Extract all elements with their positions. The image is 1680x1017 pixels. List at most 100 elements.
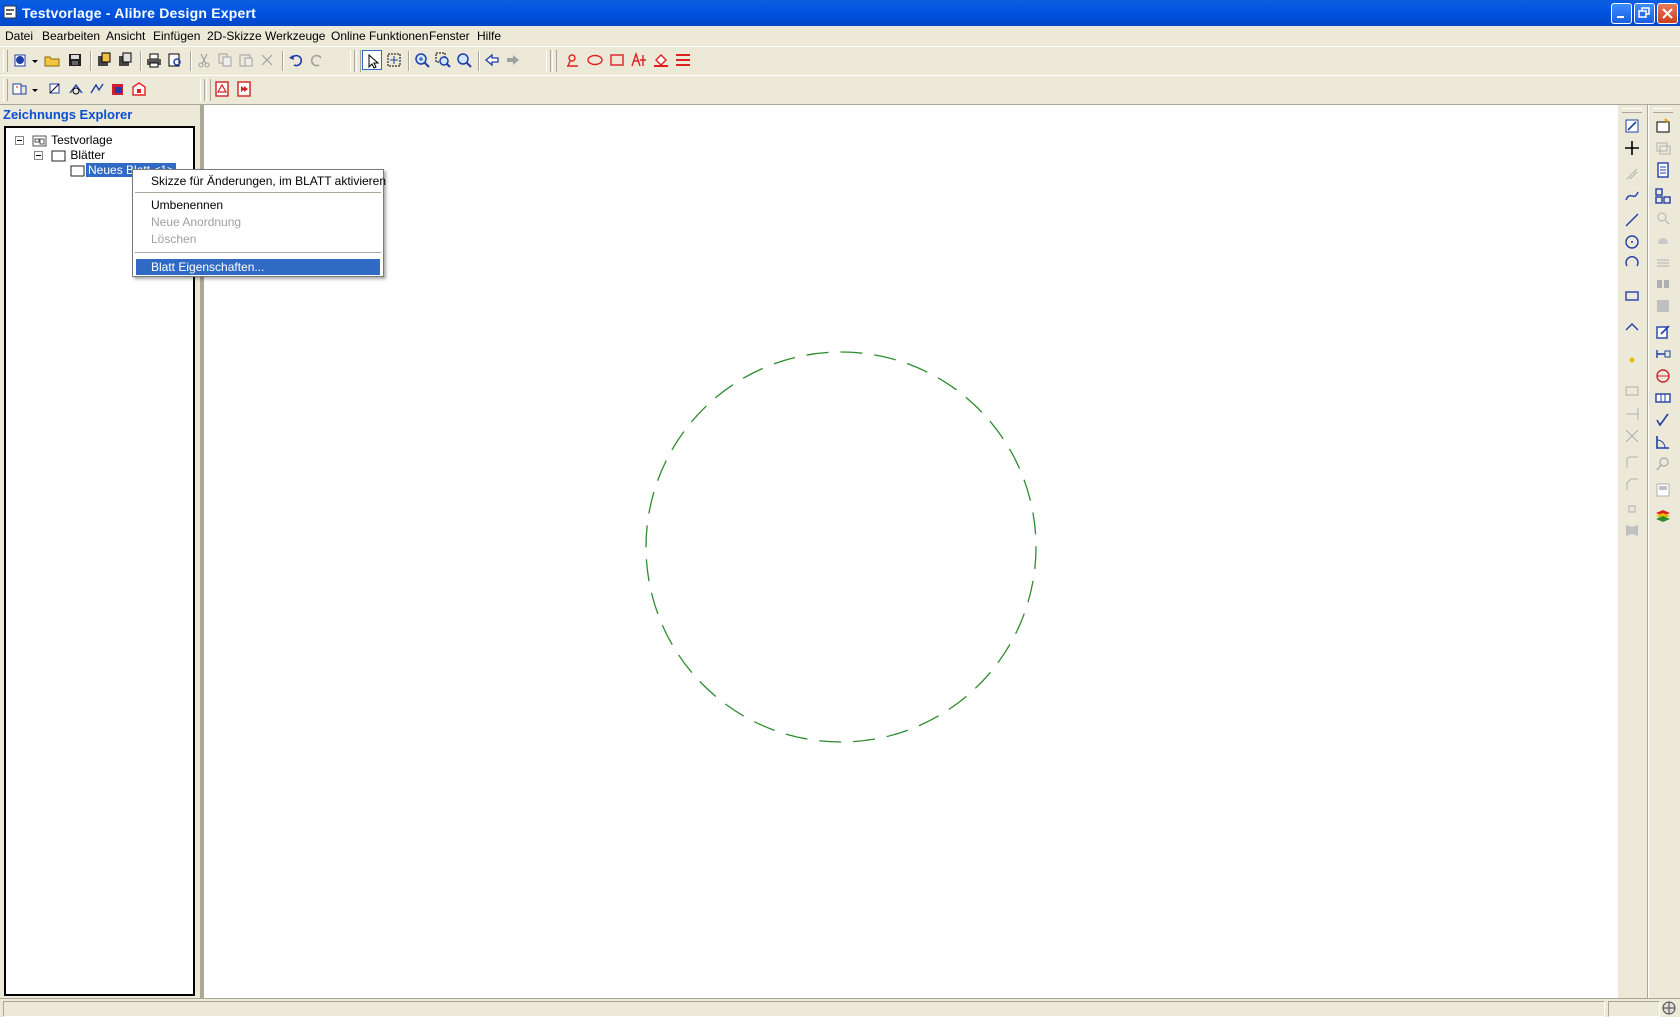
menu-online-funktionen[interactable]: Online Funktionen xyxy=(331,29,428,43)
fillet-tool-icon xyxy=(1619,451,1645,473)
dimension-tool-icon xyxy=(1619,379,1645,401)
toolbar-grip[interactable] xyxy=(200,79,205,101)
trim-tool-icon[interactable] xyxy=(1619,317,1645,339)
line-tool-icon[interactable] xyxy=(1619,209,1645,231)
ctx-delete-item: Löschen xyxy=(151,232,197,246)
toolbar-grip[interactable] xyxy=(206,79,211,101)
auxiliary-view-icon[interactable] xyxy=(108,79,128,99)
broken-view-icon[interactable] xyxy=(87,79,107,99)
sketch-point-icon[interactable] xyxy=(1619,349,1645,371)
status-pane-main xyxy=(3,1001,1605,1017)
menu-bearbeiten[interactable]: Bearbeiten xyxy=(42,29,100,43)
tree-node-root[interactable]: Testvorlage xyxy=(32,133,113,147)
zoom-window-icon[interactable] xyxy=(433,50,453,70)
menu-datei[interactable]: Datei xyxy=(5,29,33,43)
cut-icon xyxy=(194,50,214,70)
status-pane-secondary xyxy=(1608,1001,1660,1017)
zoom-in-icon[interactable] xyxy=(412,50,432,70)
drawing-toolbar xyxy=(0,75,1680,105)
palette-grip[interactable] xyxy=(1622,108,1642,113)
menu-2d-skizze[interactable]: 2D-Skizze xyxy=(207,29,262,43)
fill-tool-icon[interactable] xyxy=(651,50,671,70)
new-sheet-icon[interactable] xyxy=(1650,115,1676,137)
sketch-point-tool-icon[interactable] xyxy=(563,50,583,70)
restore-button[interactable] xyxy=(1634,3,1655,24)
standard-view-icon[interactable] xyxy=(10,79,30,99)
rectangle-tool-icon[interactable] xyxy=(607,50,627,70)
select-box-icon[interactable] xyxy=(384,50,404,70)
arc-tool-icon[interactable] xyxy=(1619,253,1645,275)
zoom-fit-icon[interactable] xyxy=(454,50,474,70)
ctx-activate-sketch-item[interactable]: Skizze für Änderungen, im BLATT aktivier… xyxy=(151,174,386,188)
print-icon[interactable] xyxy=(144,50,164,70)
select-pointer-icon[interactable] xyxy=(362,50,382,70)
ctx-separator xyxy=(135,192,381,193)
balloon-disabled-icon xyxy=(1650,207,1676,229)
toolbar-grip[interactable] xyxy=(552,50,557,72)
dashed-circle-sketch[interactable] xyxy=(645,351,1037,743)
close-window-button[interactable] xyxy=(1657,3,1678,24)
menu-ansicht[interactable]: Ansicht xyxy=(106,29,145,43)
ctx-sheet-properties-item[interactable]: Blatt Eigenschaften... xyxy=(151,260,264,274)
save-icon[interactable] xyxy=(65,50,85,70)
menu-einfuegen[interactable]: Einfügen xyxy=(153,29,200,43)
pdf-batch-export-icon[interactable] xyxy=(234,79,254,99)
rectangle-sketch-icon[interactable] xyxy=(1619,285,1645,307)
toolbar-grip[interactable] xyxy=(3,79,8,101)
menu-hilfe[interactable]: Hilfe xyxy=(477,29,501,43)
toolbar-grip[interactable] xyxy=(356,50,361,72)
layers-disabled-icon xyxy=(1650,137,1676,159)
view-layout-icon[interactable] xyxy=(1650,185,1676,207)
view-dropdown-arrow-icon[interactable] xyxy=(29,79,39,99)
section-view-icon[interactable] xyxy=(45,79,65,99)
window-title: Testvorlage - Alibre Design Expert xyxy=(22,5,256,21)
minimize-button[interactable] xyxy=(1611,3,1632,24)
spline-tool-icon[interactable] xyxy=(1619,185,1645,207)
tree-node-sheets-folder[interactable]: Blätter xyxy=(51,148,105,162)
copy-icon xyxy=(215,50,235,70)
line-style-icon[interactable] xyxy=(673,50,693,70)
ellipse-tool-icon[interactable] xyxy=(585,50,605,70)
drawing-canvas[interactable] xyxy=(204,105,1618,998)
edit-note-icon[interactable] xyxy=(1650,321,1676,343)
circle-tool-icon[interactable] xyxy=(1619,231,1645,253)
break-disabled-icon xyxy=(1650,273,1676,295)
layers-icon[interactable] xyxy=(1650,505,1676,527)
toolbar-grip[interactable] xyxy=(3,50,8,72)
open-folder-icon[interactable] xyxy=(42,50,62,70)
lock-icon xyxy=(1619,497,1645,519)
sheet-icon xyxy=(70,165,85,177)
activate-sketch-icon[interactable] xyxy=(1619,115,1645,137)
hatch-disabled-icon xyxy=(1650,251,1676,273)
surface-finish-icon[interactable] xyxy=(1650,409,1676,431)
angular-dimension-icon[interactable] xyxy=(1650,431,1676,453)
detail-view-icon[interactable] xyxy=(66,79,86,99)
export-icon[interactable] xyxy=(115,50,135,70)
undo-icon[interactable] xyxy=(286,50,306,70)
tree-node-sheets-label: Blätter xyxy=(70,148,106,162)
datum-icon[interactable] xyxy=(1650,343,1676,365)
bill-of-materials-icon[interactable] xyxy=(1650,159,1676,181)
ctx-rename-item[interactable]: Umbenennen xyxy=(151,198,223,212)
crosshair-icon[interactable] xyxy=(1619,137,1645,159)
menu-werkzeuge[interactable]: Werkzeuge xyxy=(265,29,325,43)
toolbar-separator xyxy=(282,51,284,71)
text-tool-icon[interactable] xyxy=(629,50,649,70)
center-mark-icon[interactable] xyxy=(1650,365,1676,387)
sheets-folder-icon xyxy=(51,150,66,162)
pdf-export-icon[interactable] xyxy=(212,79,232,99)
toolbar-grip[interactable] xyxy=(546,50,551,72)
new-document-icon[interactable] xyxy=(10,50,30,70)
print-preview-icon[interactable] xyxy=(165,50,185,70)
import-icon[interactable] xyxy=(94,50,114,70)
back-arrow-icon[interactable] xyxy=(482,50,502,70)
feature-control-icon[interactable] xyxy=(1650,387,1676,409)
toolbar-grip[interactable] xyxy=(350,50,355,72)
tree-collapse-icon[interactable] xyxy=(15,136,24,145)
tree-collapse-icon[interactable] xyxy=(34,151,43,160)
title-block-disabled-icon xyxy=(1650,479,1676,501)
insert-model-icon[interactable] xyxy=(129,79,149,99)
new-dropdown-arrow-icon[interactable] xyxy=(29,50,39,70)
palette-grip[interactable] xyxy=(1653,108,1673,113)
menu-fenster[interactable]: Fenster xyxy=(429,29,470,43)
